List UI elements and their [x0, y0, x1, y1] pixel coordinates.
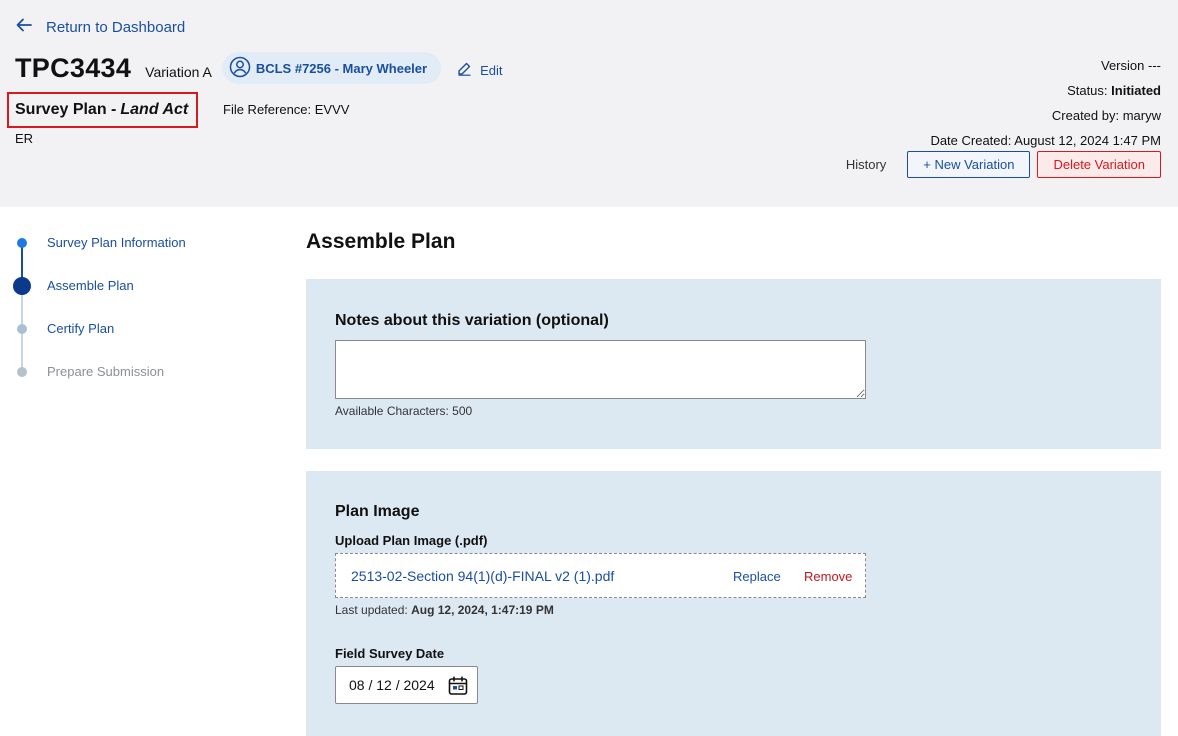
user-circle-icon	[229, 56, 256, 81]
status-line: Status: Initiated	[1067, 83, 1161, 98]
plan-image-title: Plan Image	[335, 503, 420, 520]
edit-label: Edit	[480, 62, 503, 78]
plan-image-panel: Plan Image Upload Plan Image (.pdf) 2513…	[306, 471, 1161, 736]
new-variation-button[interactable]: + New Variation	[907, 151, 1031, 178]
variation-actions: History + New Variation Delete Variation	[846, 151, 1161, 178]
uploaded-file-box: 2513-02-Section 94(1)(d)-FINAL v2 (1).pd…	[335, 553, 866, 598]
title-row: TPC3434 Variation A BCLS #7256 - Mary Wh…	[15, 52, 502, 84]
plan-type-heading: Survey Plan - Land Act	[7, 92, 198, 128]
step-dot-current	[13, 277, 31, 295]
step-dot-upcoming	[17, 324, 27, 334]
uploaded-file-link[interactable]: 2513-02-Section 94(1)(d)-FINAL v2 (1).pd…	[351, 568, 614, 584]
version-line: Version ---	[1101, 58, 1161, 73]
field-survey-date-label: Field Survey Date	[335, 646, 445, 661]
file-reference: File Reference: EVVV	[223, 102, 350, 117]
variation-meta: Version --- Status: Initiated Created by…	[930, 53, 1161, 153]
step-certify-plan[interactable]: Certify Plan	[47, 321, 114, 336]
project-id: TPC3434	[15, 52, 132, 83]
last-updated: Last updated: Aug 12, 2024, 1:47:19 PM	[335, 603, 554, 617]
step-dot-completed	[17, 238, 27, 248]
plan-act-label: Land Act	[120, 101, 189, 118]
available-characters: Available Characters: 500	[335, 404, 473, 418]
created-by-line: Created by: maryw	[1051, 108, 1161, 123]
region-code: ER	[15, 131, 34, 146]
pencil-icon	[457, 61, 480, 79]
history-button[interactable]: History	[846, 157, 886, 172]
notes-label: Notes about this variation (optional)	[335, 312, 609, 329]
notes-textarea[interactable]	[335, 340, 866, 399]
page-header: Return to Dashboard TPC3434 Variation A …	[0, 0, 1178, 207]
step-dot-disabled	[17, 367, 27, 377]
surveyor-chip[interactable]: BCLS #7256 - Mary Wheeler	[221, 52, 442, 84]
date-created-line: Date Created: August 12, 2024 1:47 PM	[930, 133, 1161, 148]
arrow-left-icon	[15, 16, 46, 38]
replace-button[interactable]: Replace	[733, 569, 781, 584]
step-survey-plan-information[interactable]: Survey Plan Information	[47, 235, 186, 250]
plan-type-label: Survey Plan -	[15, 101, 117, 118]
edit-button[interactable]: Edit	[457, 61, 502, 79]
status-value: Initiated	[1111, 83, 1161, 98]
last-updated-value: Aug 12, 2024, 1:47:19 PM	[411, 603, 554, 617]
step-prepare-submission: Prepare Submission	[47, 364, 165, 379]
remove-button[interactable]: Remove	[804, 569, 852, 584]
page-title: Assemble Plan	[306, 230, 456, 253]
return-to-dashboard-label: Return to Dashboard	[46, 18, 186, 36]
upload-plan-image-label: Upload Plan Image (.pdf)	[335, 533, 488, 548]
notes-panel: Notes about this variation (optional) Av…	[306, 279, 1161, 449]
date-value: 08 / 12 / 2024	[349, 677, 435, 693]
field-survey-date-input[interactable]: 08 / 12 / 2024	[335, 666, 478, 704]
surveyor-name: BCLS #7256 - Mary Wheeler	[255, 60, 428, 76]
delete-variation-button[interactable]: Delete Variation	[1037, 151, 1161, 178]
variation-label: Variation A	[145, 64, 212, 80]
return-to-dashboard-link[interactable]: Return to Dashboard	[15, 16, 185, 38]
step-assemble-plan[interactable]: Assemble Plan	[47, 278, 134, 293]
